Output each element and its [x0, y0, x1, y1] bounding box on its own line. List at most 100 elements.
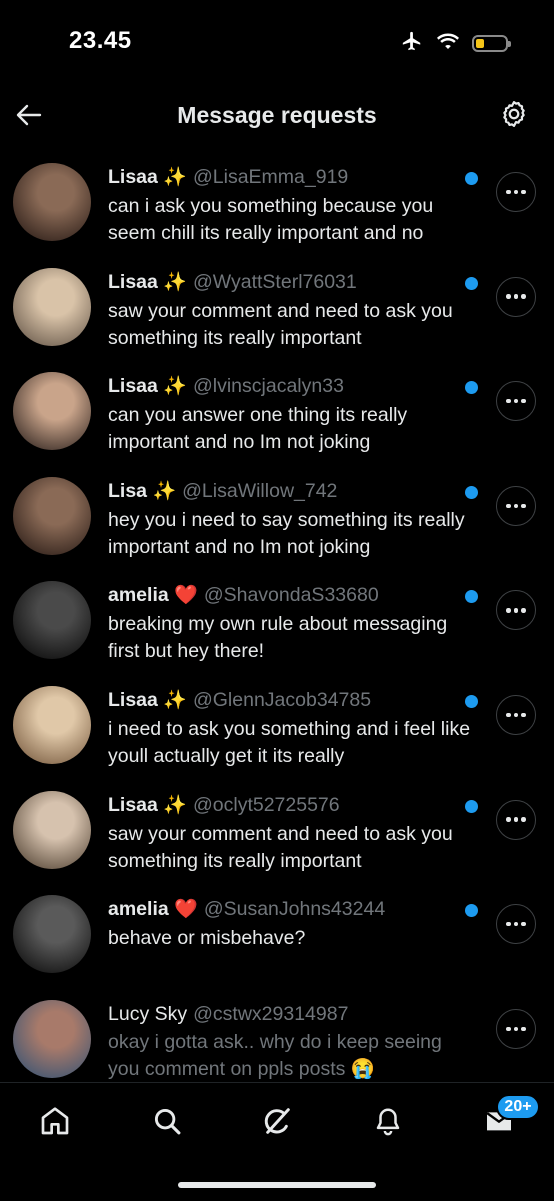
tab-search[interactable]	[145, 1099, 189, 1143]
battery-icon	[472, 35, 511, 52]
sender-line: amelia ❤️ @SusanJohns43244	[108, 896, 476, 923]
status-time: 23.45	[69, 27, 132, 54]
avatar[interactable]	[13, 163, 91, 241]
sender-emoji: ✨	[163, 167, 187, 188]
more-options-button[interactable]	[496, 485, 536, 526]
avatar[interactable]	[13, 581, 91, 660]
home-icon	[41, 1107, 69, 1135]
airplane-icon	[400, 30, 424, 57]
more-dots-icon	[506, 921, 526, 927]
sender-handle: @GlennJacob34785	[192, 688, 372, 711]
sender-emoji: ✨	[163, 376, 187, 398]
home-indicator	[178, 1182, 376, 1188]
bell-icon	[376, 1108, 400, 1136]
message-request-row[interactable]: Lisaa ✨ @oclyt52725576 saw your comment an…	[0, 780, 554, 885]
more-dots-icon	[506, 189, 526, 195]
sender-handle: @LisaEmma_919	[192, 166, 349, 188]
request-text: Lisaa ✨ @WyattSterl76031 saw your comment …	[108, 269, 476, 352]
unread-indicator	[465, 485, 478, 499]
more-options-button[interactable]	[496, 1008, 536, 1049]
more-options-button[interactable]	[496, 381, 536, 422]
settings-button[interactable]	[498, 98, 530, 130]
tab-grok[interactable]	[255, 1099, 299, 1143]
request-text: amelia ❤️ @SusanJohns43244 behave or misbe…	[108, 896, 476, 952]
message-request-row[interactable]: Lisa ✨ @LisaWillow_742hey you i need to s…	[0, 466, 554, 571]
request-text: amelia ❤️ @ShavondaS33680 breaking my own …	[108, 582, 476, 665]
message-request-list: Lisaa ✨ @LisaEmma_919 can i ask you someth…	[0, 152, 554, 1093]
sender-line: Lisaa ✨ @oclyt52725576	[108, 792, 476, 819]
unread-indicator	[465, 276, 478, 290]
request-text: Lisaa ✨ @GlennJacob34785 i need to ask you…	[108, 687, 476, 770]
message-preview: hey you i need to say something its real…	[108, 508, 465, 558]
sender-line: Lucy Sky @cstwx29314987	[108, 1001, 476, 1027]
avatar[interactable]	[13, 372, 91, 451]
more-options-button[interactable]	[496, 694, 536, 735]
message-request-row[interactable]: Lisaa ✨ @lvinscjacalyn33 can you answer on…	[0, 361, 554, 466]
request-text: Lisaa ✨ @oclyt52725576 saw your comment an…	[108, 792, 476, 875]
message-preview: can you answer one thing its really impo…	[108, 404, 408, 454]
more-dots-icon	[506, 398, 526, 404]
sender-handle: @cstwx29314987	[193, 1002, 349, 1025]
sender-handle: @SusanJohns43244	[203, 898, 386, 921]
unread-indicator	[465, 694, 478, 708]
sender-handle: @ShavondaS33680	[203, 584, 379, 607]
avatar[interactable]	[13, 267, 91, 346]
sender-name: amelia	[108, 584, 169, 607]
avatar[interactable]	[13, 685, 91, 764]
sender-handle: @lvinscjacalyn33	[192, 375, 344, 398]
status-icons	[400, 30, 511, 57]
more-dots-icon	[506, 1026, 526, 1031]
unread-indicator	[465, 904, 478, 918]
unread-indicator	[465, 381, 478, 395]
sender-name: amelia	[108, 898, 169, 921]
sender-line: Lisaa ✨ @lvinscjacalyn33	[108, 373, 476, 400]
more-options-button[interactable]	[496, 590, 536, 631]
message-request-row[interactable]: Lisaa ✨ @WyattSterl76031 saw your comment …	[0, 257, 554, 362]
avatar[interactable]	[13, 790, 91, 869]
unread-indicator	[465, 172, 478, 185]
message-request-row[interactable]: Lisaa ✨ @GlennJacob34785 i need to ask you…	[0, 675, 554, 780]
sender-line: Lisaa ✨ @LisaEmma_919	[108, 164, 476, 191]
sender-emoji: ✨	[152, 480, 177, 502]
tab-home[interactable]	[33, 1099, 77, 1143]
request-text: Lisaa ✨ @LisaEmma_919can i ask you someth…	[108, 164, 476, 247]
more-dots-icon	[506, 608, 526, 613]
sender-name: Lisaa	[108, 270, 158, 293]
status-bar: 23.45	[0, 0, 554, 84]
avatar[interactable]	[13, 895, 91, 974]
message-request-row[interactable]: Lisaa ✨ @LisaEmma_919can i ask you someth…	[0, 152, 554, 257]
message-preview: okay i gotta ask.. why do i keep seeing …	[108, 1030, 442, 1080]
sender-emoji: ❤️	[174, 899, 198, 921]
request-text: Lucy Sky @cstwx29314987 okay i gotta ask..…	[108, 1001, 476, 1083]
more-dots-icon	[506, 503, 526, 509]
more-dots-icon	[506, 817, 526, 822]
message-preview: saw your comment and need to ask you som…	[108, 822, 453, 872]
gear-icon	[503, 101, 525, 127]
message-preview: behave or misbehave?	[108, 927, 306, 950]
message-request-row[interactable]: Lucy Sky @cstwx29314987 okay i gotta ask..…	[0, 989, 554, 1094]
tab-notifications[interactable]	[366, 1099, 410, 1143]
request-text: Lisa ✨ @LisaWillow_742hey you i need to s…	[108, 478, 476, 561]
sender-line: Lisaa ✨ @GlennJacob34785	[108, 687, 476, 714]
more-options-button[interactable]	[496, 904, 536, 945]
sender-emoji: ✨	[163, 794, 187, 816]
grok-icon	[264, 1108, 290, 1134]
page-title: Message requests	[177, 102, 377, 128]
sender-emoji: ✨	[163, 689, 187, 711]
sender-handle: @oclyt52725576	[192, 793, 340, 816]
sender-name: Lisaa	[108, 166, 158, 188]
more-options-button[interactable]	[496, 172, 536, 212]
avatar[interactable]	[13, 476, 91, 555]
avatar[interactable]	[13, 999, 91, 1078]
message-preview: breaking my own rule about messaging fir…	[108, 613, 448, 663]
more-dots-icon	[506, 294, 526, 299]
unread-indicator	[465, 799, 478, 813]
more-options-button[interactable]	[496, 799, 536, 840]
sender-emoji: ✨	[163, 271, 187, 293]
message-preview: can i ask you something because you seem…	[108, 195, 434, 244]
message-request-row[interactable]: amelia ❤️ @SusanJohns43244 behave or misbe…	[0, 884, 554, 989]
message-request-row[interactable]: amelia ❤️ @ShavondaS33680 breaking my own …	[0, 570, 554, 675]
search-icon	[154, 1108, 181, 1135]
sender-line: Lisa ✨ @LisaWillow_742	[108, 478, 476, 505]
more-options-button[interactable]	[496, 276, 536, 317]
